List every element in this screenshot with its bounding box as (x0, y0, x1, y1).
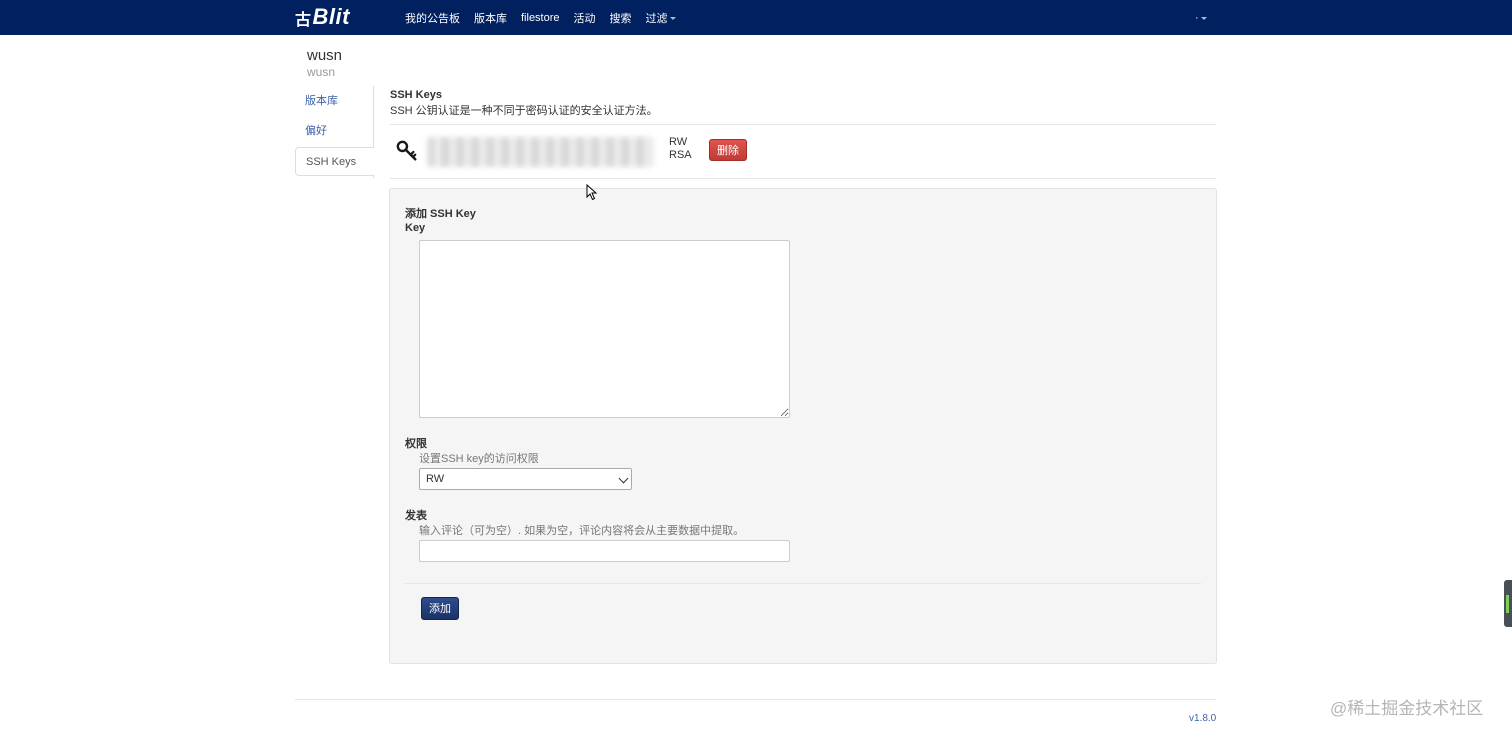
user-display-name: wusn (307, 65, 336, 79)
form-legend: 添加 SSH Key (405, 208, 476, 220)
permission-selected-value: RW (426, 473, 445, 485)
section-title: SSH Keys (390, 89, 442, 101)
user-menu[interactable]: · (1195, 12, 1207, 24)
key-algorithm: RSA (669, 149, 692, 161)
chevron-down-icon (669, 17, 676, 21)
ssh-key-row: RW RSA 删除 (390, 125, 1216, 179)
brand-mark-icon: 古 (295, 12, 312, 29)
chevron-down-icon (618, 473, 629, 484)
nav-link-activity[interactable]: 活动 (574, 10, 596, 26)
tab-preferences[interactable]: 偏好 (295, 117, 374, 146)
version-label: v1.8.0 (1189, 713, 1217, 724)
comment-input[interactable] (419, 540, 790, 562)
nav-link-filters[interactable]: 过滤 (646, 10, 676, 26)
section-description: SSH 公钥认证是一种不同于密码认证的安全认证方法。 (390, 105, 658, 117)
indicator-bar (1506, 595, 1509, 613)
chevron-down-icon (1200, 16, 1207, 20)
redacted-key-fingerprint (428, 137, 653, 167)
footer-divider (295, 699, 1216, 700)
user-menu-label: · (1195, 12, 1199, 24)
delete-key-button[interactable]: 删除 (709, 139, 747, 161)
add-ssh-key-form: 添加 SSH Key Key 权限 设置SSH key的访问权限 RW 发表 输… (389, 188, 1217, 664)
top-navbar: 古 Blit 我的公告板 版本库 filestore 活动 搜索 过滤 · (0, 0, 1512, 35)
tab-repositories[interactable]: 版本库 (295, 87, 374, 116)
user-name: wusn (307, 47, 343, 64)
comment-label: 发表 (405, 510, 427, 522)
comment-help: 输入评论（可为空）. 如果为空，评论内容将会从主要数据中提取。 (419, 525, 745, 537)
brand-text: Blit (312, 4, 350, 29)
divider (405, 583, 1201, 584)
key-permission: RW (669, 136, 688, 148)
tab-ssh-keys[interactable]: SSH Keys (295, 147, 375, 176)
add-key-button[interactable]: 添加 (421, 597, 459, 620)
nav-link-search[interactable]: 搜索 (610, 10, 632, 26)
key-icon (396, 140, 417, 161)
side-tabs: 版本库 偏好 SSH Keys (295, 86, 375, 178)
key-label: Key (405, 222, 426, 234)
permission-select[interactable]: RW (419, 468, 632, 490)
key-textarea[interactable] (419, 240, 790, 418)
permission-help: 设置SSH key的访问权限 (419, 453, 539, 465)
watermark: @稀土掘金技术社区 (1330, 699, 1484, 718)
nav-link-filestore[interactable]: filestore (521, 12, 560, 24)
side-widget-handle[interactable] (1504, 580, 1512, 627)
nav-link-filters-label: 过滤 (645, 12, 668, 25)
nav-link-repositories[interactable]: 版本库 (474, 10, 507, 26)
nav-links: 我的公告板 版本库 filestore 活动 搜索 过滤 (405, 0, 690, 35)
mouse-cursor-icon (586, 184, 598, 201)
permission-label: 权限 (405, 438, 427, 450)
brand-logo[interactable]: 古 Blit (295, 4, 350, 30)
nav-link-dashboard[interactable]: 我的公告板 (405, 10, 460, 26)
